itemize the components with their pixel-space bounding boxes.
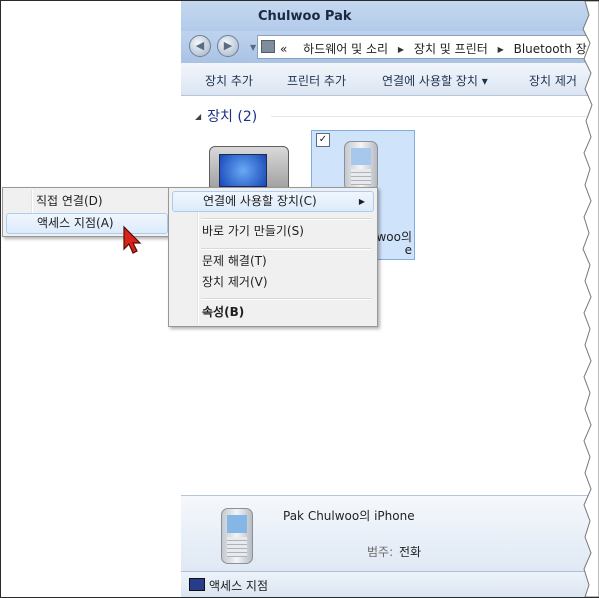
details-category-value: 전화 — [399, 545, 422, 559]
screenshot-frame: Chulwoo Pak ◀ ▶ ▼ « 하드웨어 및 소리 ▶ 장치 및 프린터… — [0, 0, 599, 598]
menu-separator — [201, 218, 371, 220]
title-bar: Chulwoo Pak — [181, 1, 599, 31]
command-bar: 장치 추가 프린터 추가 연결에 사용할 장치 ▾ 장치 제거 — [181, 63, 599, 96]
submenu-arrow-icon: ▶ — [358, 197, 365, 206]
breadcrumb-item-bluetooth[interactable]: Bluetooth 장 — [514, 42, 587, 56]
breadcrumb-item-hardware[interactable]: 하드웨어 및 소리 — [303, 42, 388, 56]
add-device-button[interactable]: 장치 추가 — [205, 72, 253, 89]
menu-item-create-shortcut[interactable]: 바로 가기 만들기(S) — [172, 221, 374, 242]
context-menu: 연결에 사용할 장치(C) ▶ 바로 가기 만들기(S) 문제 해결(T) 장치… — [168, 187, 378, 327]
details-pane: Pak Chulwoo의 iPhone 범주: 전화 — [181, 495, 599, 572]
breadcrumb-chevron-icon[interactable]: ▶ — [398, 45, 404, 54]
remove-device-button[interactable]: 장치 제거 — [529, 72, 577, 89]
torn-edge — [582, 1, 599, 597]
phone-thumbnail-icon — [221, 508, 253, 564]
breadcrumb-item-devices[interactable]: 장치 및 프린터 — [414, 42, 488, 56]
address-bar: ◀ ▶ ▼ « 하드웨어 및 소리 ▶ 장치 및 프린터 ▶ Bluetooth… — [181, 31, 599, 63]
menu-item-remove-device[interactable]: 장치 제거(V) — [172, 272, 374, 293]
mouse-cursor-icon — [123, 225, 142, 254]
submenu-item-direct[interactable]: 직접 연결(D) — [6, 191, 168, 212]
network-icon — [189, 578, 205, 591]
device-checkbox[interactable]: ✓ — [316, 133, 330, 147]
group-label: 장치 (2) — [207, 109, 258, 125]
window-title: Chulwoo Pak — [258, 9, 352, 24]
devices-folder-icon — [261, 40, 275, 53]
recent-pages-dropdown-icon[interactable]: ▼ — [250, 43, 256, 52]
menu-item-properties[interactable]: 속성(B) — [172, 302, 374, 323]
menu-separator — [201, 298, 371, 300]
menu-item-connect-using[interactable]: 연결에 사용할 장치(C) ▶ — [172, 191, 374, 212]
menu-item-connect-using-label: 연결에 사용할 장치(C) — [203, 194, 317, 208]
breadcrumb-overflow[interactable]: « — [280, 42, 287, 56]
breadcrumb-chevron-icon[interactable]: ▶ — [498, 45, 504, 54]
details-category-label: 범주: — [367, 545, 394, 559]
connect-using-button[interactable]: 연결에 사용할 장치 ▾ — [382, 72, 488, 89]
status-text: 액세스 지점 — [209, 579, 269, 593]
breadcrumb: « 하드웨어 및 소리 ▶ 장치 및 프린터 ▶ Bluetooth 장 — [280, 40, 587, 57]
phone-device-icon — [344, 141, 378, 191]
menu-separator — [201, 248, 371, 250]
details-device-name: Pak Chulwoo의 iPhone — [283, 509, 415, 523]
add-printer-button[interactable]: 프린터 추가 — [287, 72, 346, 89]
connect-submenu: 직접 연결(D) 액세스 지점(A) — [2, 187, 172, 237]
device-label-line1: woo의 — [376, 230, 412, 244]
group-header[interactable]: ◢ 장치 (2) — [195, 106, 257, 126]
camera-screen — [219, 154, 267, 187]
group-divider — [271, 116, 591, 117]
address-field[interactable]: « 하드웨어 및 소리 ▶ 장치 및 프린터 ▶ Bluetooth 장 — [257, 35, 599, 59]
menu-item-troubleshoot[interactable]: 문제 해결(T) — [172, 251, 374, 272]
forward-arrow-icon[interactable]: ▶ — [217, 35, 239, 57]
collapse-triangle-icon[interactable]: ◢ — [195, 112, 201, 121]
status-bar: 액세스 지점 — [181, 571, 599, 597]
device-label-line2: e — [404, 243, 412, 257]
back-arrow-icon[interactable]: ◀ — [189, 35, 211, 57]
